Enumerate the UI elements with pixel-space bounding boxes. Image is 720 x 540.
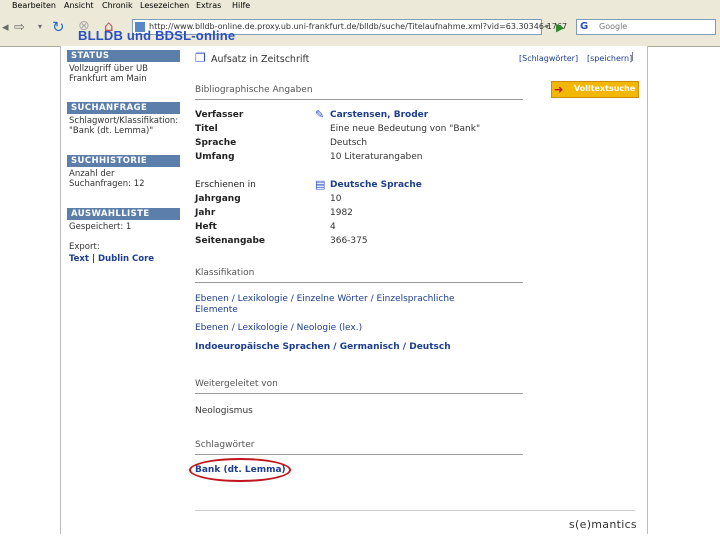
suchanfrage-title: SUCHANFRAGE bbox=[67, 102, 180, 114]
auswahlliste-text[interactable]: Gespeichert: 1 bbox=[67, 220, 180, 232]
klassifikation-link-2[interactable]: Ebenen / Lexikologie / Neologie (lex.) bbox=[195, 323, 495, 334]
weitergeleitet-title: Weitergeleitet von bbox=[195, 379, 278, 389]
umfang-value: 10 Literaturangaben bbox=[330, 152, 423, 162]
reload-icon[interactable]: ↻ bbox=[52, 18, 65, 36]
web-page: STATUS Vollzugriff über UB Frankfurt am … bbox=[60, 46, 648, 534]
seiten-label: Seitenangabe bbox=[195, 236, 266, 246]
suchhistorie-text[interactable]: Anzahl der Suchanfragen: 12 bbox=[67, 167, 180, 189]
titel-label: Titel bbox=[195, 124, 218, 134]
jahrgang-value: 10 bbox=[330, 194, 342, 204]
erschienen-value[interactable]: Deutsche Sprache bbox=[330, 180, 422, 190]
heft-value: 4 bbox=[330, 222, 336, 232]
menu-chronik[interactable]: Chronik bbox=[102, 1, 133, 10]
suchhistorie-title: SUCHHISTORIE bbox=[67, 155, 180, 167]
seiten-value: 366-375 bbox=[330, 236, 368, 246]
auswahlliste-box: AUSWAHLLISTE Gespeichert: 1 Export: Text… bbox=[67, 208, 180, 264]
menu-ansicht[interactable]: Ansicht bbox=[64, 1, 94, 10]
export-label: Export: bbox=[69, 242, 100, 252]
divider bbox=[195, 99, 523, 100]
document-icon: ❐ bbox=[195, 51, 206, 65]
heft-label: Heft bbox=[195, 222, 217, 232]
sprache-label: Sprache bbox=[195, 138, 237, 148]
fulltext-button-label: Volltextsuche bbox=[574, 84, 636, 93]
arrow-icon: ➜ bbox=[554, 83, 564, 96]
go-icon[interactable]: ▶ bbox=[556, 21, 566, 34]
divider bbox=[195, 393, 523, 394]
verfasser-label: Verfasser bbox=[195, 110, 244, 120]
search-placeholder: Google bbox=[599, 22, 628, 31]
jahr-value: 1982 bbox=[330, 208, 353, 218]
back-icon[interactable]: ◂ bbox=[2, 20, 9, 35]
dropdown-icon[interactable]: ▾ bbox=[38, 22, 42, 31]
menu-bar: Bearbeiten Ansicht Chronik Lesezeichen E… bbox=[0, 0, 720, 12]
menu-lesezeichen[interactable]: Lesezeichen bbox=[140, 1, 189, 10]
jahr-label: Jahr bbox=[195, 208, 216, 218]
umfang-label: Umfang bbox=[195, 152, 235, 162]
divider bbox=[195, 454, 523, 455]
forward-icon[interactable]: ⇨ bbox=[14, 20, 25, 35]
suchanfrage-text[interactable]: Schlagwort/Klassifikation: "Bank (dt. Le… bbox=[67, 114, 180, 136]
erschienen-label: Erschienen in bbox=[195, 180, 256, 190]
footer-divider bbox=[195, 510, 635, 511]
page-heading: Aufsatz in Zeitschrift bbox=[211, 54, 310, 65]
status-text: Vollzugriff über UB Frankfurt am Main bbox=[69, 64, 148, 84]
save-link[interactable]: [speichern] bbox=[587, 54, 632, 63]
status-title: STATUS bbox=[67, 50, 180, 62]
fulltext-button[interactable]: ➜ Volltextsuche bbox=[551, 81, 639, 98]
journal-icon[interactable]: ▤ bbox=[315, 178, 325, 191]
sprache-value: Deutsch bbox=[330, 138, 368, 148]
menu-bearbeiten[interactable]: Bearbeiten bbox=[12, 1, 56, 10]
search-box[interactable]: G Google bbox=[576, 19, 716, 35]
schlagwoerter-link[interactable]: [Schlagwörter] bbox=[519, 54, 578, 63]
klassifikation-link-3[interactable]: Indoeuropäische Sprachen / Germanisch / … bbox=[195, 342, 495, 353]
slide-overlay-title: BLLDB und BDSL-online bbox=[78, 28, 236, 43]
biblio-section-title: Bibliographische Angaben bbox=[195, 85, 313, 95]
auswahlliste-title: AUSWAHLLISTE bbox=[67, 208, 180, 220]
schlagwoerter-title: Schlagwörter bbox=[195, 440, 255, 450]
verfasser-value[interactable]: Carstensen, Broder bbox=[330, 110, 428, 120]
google-icon: G bbox=[580, 21, 589, 32]
divider bbox=[195, 282, 523, 283]
titel-value: Eine neue Bedeutung von "Bank" bbox=[330, 124, 481, 134]
menu-hilfe[interactable]: Hilfe bbox=[232, 1, 250, 10]
weitergeleitet-value: Neologismus bbox=[195, 406, 253, 416]
menu-extras[interactable]: Extras bbox=[196, 1, 221, 10]
suchhistorie-box: SUCHHISTORIE Anzahl der Suchanfragen: 12 bbox=[67, 155, 180, 189]
jahrgang-label: Jahrgang bbox=[195, 194, 241, 204]
url-dropdown-icon[interactable]: ▾ bbox=[545, 22, 549, 31]
export-links-text[interactable]: Text | Dublin Core bbox=[69, 254, 154, 264]
klassifikation-title: Klassifikation bbox=[195, 268, 255, 278]
klassifikation-link-1[interactable]: Ebenen / Lexikologie / Einzelne Wörter /… bbox=[195, 294, 495, 316]
separator: | bbox=[631, 52, 635, 62]
semantics-logo: s(e)mantics bbox=[569, 518, 637, 531]
suchanfrage-box: SUCHANFRAGE Schlagwort/Klassifikation: "… bbox=[67, 102, 180, 136]
search-icon[interactable]: ✎ bbox=[315, 108, 325, 121]
status-box: STATUS Vollzugriff über UB Frankfurt am … bbox=[67, 50, 180, 84]
export-links[interactable]: Text | Dublin Core bbox=[67, 252, 180, 264]
highlight-circle bbox=[189, 458, 291, 482]
